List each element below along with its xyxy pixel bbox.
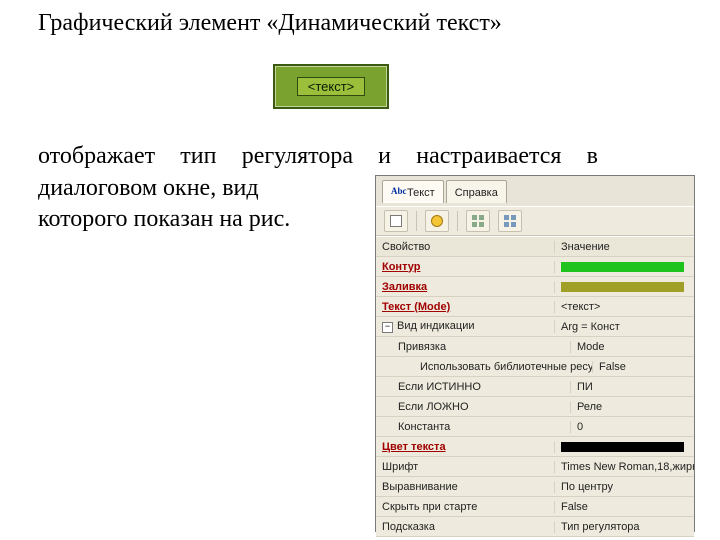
row-label: Подсказка [376, 521, 555, 533]
row-label: Шрифт [376, 461, 555, 473]
tab-text-label: Текст [407, 187, 435, 199]
row-text-color[interactable]: Цвет текста [376, 437, 694, 457]
properties-grid: Свойство Значение Контур Заливка Текст (… [376, 236, 694, 537]
row-label: Контур [376, 261, 555, 273]
row-label: Привязка [376, 341, 571, 353]
abc-icon: Abc [391, 187, 403, 199]
row-value[interactable] [555, 442, 694, 452]
toolbar-divider [416, 211, 417, 231]
grid-icon [472, 215, 484, 227]
toolbar-button-4[interactable] [498, 210, 522, 232]
row-value[interactable]: False [593, 361, 694, 373]
row-use-library-resources[interactable]: Использовать библиотечные ресурсы False [376, 357, 694, 377]
row-alignment[interactable]: Выравнивание По центру [376, 477, 694, 497]
row-label: Выравнивание [376, 481, 555, 493]
toolbar-divider [457, 211, 458, 231]
row-label: Текст (Mode) [376, 301, 555, 313]
row-value[interactable]: Тип регулятора [555, 521, 694, 533]
row-value[interactable] [555, 282, 694, 292]
body-paragraph-2: которого показан на рис. [38, 206, 290, 233]
row-label: Цвет текста [376, 441, 555, 453]
dialog-toolbar [376, 206, 694, 236]
dialog-tabbar: Abc Текст Справка [376, 176, 694, 206]
row-value[interactable]: Times New Roman,18,жирный [555, 461, 694, 473]
row-value[interactable]: <текст> [555, 301, 694, 313]
row-label-text: Вид индикации [397, 320, 475, 332]
dynamic-text-badge-label: <текст> [297, 77, 366, 96]
color-swatch-olive [561, 282, 684, 292]
tab-help-label: Справка [455, 187, 498, 199]
row-if-false[interactable]: Если ЛОЖНО Реле [376, 397, 694, 417]
color-swatch-green [561, 262, 684, 272]
row-value[interactable]: По центру [555, 481, 694, 493]
toolbar-button-1[interactable] [384, 210, 408, 232]
row-font[interactable]: Шрифт Times New Roman,18,жирный [376, 457, 694, 477]
row-label: Если ИСТИННО [376, 381, 571, 393]
row-if-true[interactable]: Если ИСТИННО ПИ [376, 377, 694, 397]
row-label: Если ЛОЖНО [376, 401, 571, 413]
grid-header-value: Значение [555, 241, 694, 253]
row-indication-type[interactable]: −Вид индикации Arg = Конст [376, 317, 694, 337]
tree-collapse-icon[interactable]: − [382, 322, 393, 333]
row-value[interactable]: False [555, 501, 694, 513]
grid2-icon [504, 215, 516, 227]
row-label: Скрыть при старте [376, 501, 555, 513]
dynamic-text-badge: <текст> [273, 64, 389, 109]
row-value[interactable] [555, 262, 694, 272]
row-hide-on-start[interactable]: Скрыть при старте False [376, 497, 694, 517]
grid-header-property: Свойство [376, 241, 555, 253]
tab-help[interactable]: Справка [446, 180, 507, 203]
toggle-icon [390, 215, 402, 227]
row-text-mode[interactable]: Текст (Mode) <текст> [376, 297, 694, 317]
row-label: Константа [376, 421, 571, 433]
tab-text[interactable]: Abc Текст [382, 180, 444, 203]
row-value[interactable]: Mode [571, 341, 694, 353]
toolbar-button-2[interactable] [425, 210, 449, 232]
row-value[interactable]: Реле [571, 401, 694, 413]
row-contour[interactable]: Контур [376, 257, 694, 277]
row-label: Заливка [376, 281, 555, 293]
page-title: Графический элемент «Динамический текст» [38, 10, 502, 37]
row-constant[interactable]: Константа 0 [376, 417, 694, 437]
row-value[interactable]: 0 [571, 421, 694, 433]
row-value[interactable]: ПИ [571, 381, 694, 393]
toolbar-button-3[interactable] [466, 210, 490, 232]
row-fill[interactable]: Заливка [376, 277, 694, 297]
bulb-icon [431, 215, 443, 227]
row-label: −Вид индикации [376, 320, 555, 333]
color-swatch-black [561, 442, 684, 452]
grid-header: Свойство Значение [376, 237, 694, 257]
row-binding[interactable]: Привязка Mode [376, 337, 694, 357]
properties-dialog: Abc Текст Справка Свойство Значение Конт… [375, 175, 695, 532]
row-label: Использовать библиотечные ресурсы [376, 361, 593, 373]
row-value[interactable]: Arg = Конст [555, 321, 694, 333]
row-tooltip[interactable]: Подсказка Тип регулятора [376, 517, 694, 537]
